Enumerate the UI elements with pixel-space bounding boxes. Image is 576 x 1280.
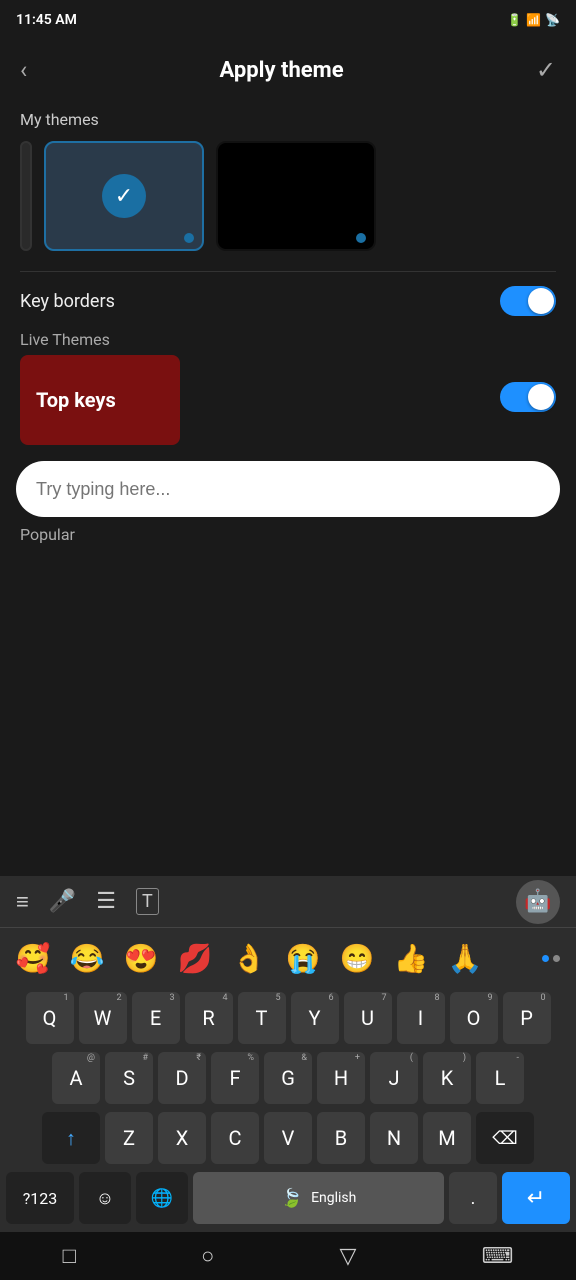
popular-label: Popular xyxy=(0,517,576,544)
key-l[interactable]: -L xyxy=(476,1052,524,1104)
key-m[interactable]: M xyxy=(423,1112,471,1164)
theme-black-dot xyxy=(356,233,366,243)
key-row-2: @A #S ₹D %F &G +H (J )K -L xyxy=(0,1048,576,1108)
text-input-field[interactable] xyxy=(36,479,540,500)
emoji-kissing[interactable]: 🥰 xyxy=(8,933,58,983)
emoji-thumbsup[interactable]: 👍 xyxy=(386,933,436,983)
key-shift[interactable]: ↑ xyxy=(42,1112,100,1164)
keyboard-toolbar: ≡ 🎤 ☰ T 🤖 xyxy=(0,876,576,928)
top-keys-card[interactable]: Top keys xyxy=(20,355,180,445)
back-button[interactable]: ‹ xyxy=(20,56,27,84)
theme-thumb-black[interactable] xyxy=(216,141,376,251)
top-keys-section: Top keys xyxy=(20,349,556,445)
key-borders-toggle[interactable] xyxy=(500,286,556,316)
live-themes-section: Live Themes Top keys xyxy=(20,330,556,445)
key-a[interactable]: @A xyxy=(52,1052,100,1104)
key-o[interactable]: 9O xyxy=(450,992,498,1044)
status-wifi: 📶 xyxy=(526,13,541,27)
key-period[interactable]: . xyxy=(449,1172,497,1224)
toggle-knob-key-borders xyxy=(528,288,554,314)
emoji-heart-eyes[interactable]: 😍 xyxy=(116,933,166,983)
keyboard: ≡ 🎤 ☰ T 🤖 🥰 😂 😍 💋 👌 😭 😁 👍 🙏 1Q 2W 3E 4R … xyxy=(0,876,576,1232)
status-icons: 🔋 📶 📡 xyxy=(507,13,560,27)
emoji-laughing[interactable]: 😂 xyxy=(62,933,112,983)
key-w[interactable]: 2W xyxy=(79,992,127,1044)
key-enter[interactable]: ↵ xyxy=(502,1172,570,1224)
nav-home[interactable]: ○ xyxy=(201,1243,214,1269)
confirm-button[interactable]: ✓ xyxy=(536,56,556,84)
top-keys-label: Top keys xyxy=(36,388,116,412)
status-signal: 📡 xyxy=(545,13,560,27)
emoji-grin[interactable]: 😁 xyxy=(332,933,382,983)
key-globe-btn[interactable]: 🌐 xyxy=(136,1172,188,1224)
key-b[interactable]: B xyxy=(317,1112,365,1164)
emoji-cry[interactable]: 😭 xyxy=(278,933,328,983)
key-space[interactable]: 🍃 English xyxy=(193,1172,444,1224)
themes-row: ✓ xyxy=(20,141,556,251)
key-n[interactable]: N xyxy=(370,1112,418,1164)
key-y[interactable]: 6Y xyxy=(291,992,339,1044)
key-j[interactable]: (J xyxy=(370,1052,418,1104)
status-time: 11:45 AM xyxy=(16,12,77,28)
key-g[interactable]: &G xyxy=(264,1052,312,1104)
theme-thumb-selected[interactable]: ✓ xyxy=(44,141,204,251)
emoji-dot-1 xyxy=(542,955,549,962)
kb-toolbar-left: ≡ 🎤 ☰ T xyxy=(16,888,159,915)
theme-selected-dot xyxy=(184,233,194,243)
key-p[interactable]: 0P xyxy=(503,992,551,1044)
emoji-ok[interactable]: 👌 xyxy=(224,933,274,983)
key-symbol[interactable]: ?123 xyxy=(6,1172,74,1224)
key-h[interactable]: +H xyxy=(317,1052,365,1104)
key-s[interactable]: #S xyxy=(105,1052,153,1104)
toggle-knob-top-keys xyxy=(528,384,554,410)
key-emoji-btn[interactable]: ☺ xyxy=(79,1172,131,1224)
key-t[interactable]: 5T xyxy=(238,992,286,1044)
emoji-lips[interactable]: 💋 xyxy=(170,933,220,983)
key-z[interactable]: Z xyxy=(105,1112,153,1164)
key-borders-label: Key borders xyxy=(20,291,115,312)
emoji-dot-2 xyxy=(553,955,560,962)
space-label: English xyxy=(311,1190,356,1206)
key-x[interactable]: X xyxy=(158,1112,206,1164)
kb-mic-icon[interactable]: 🎤 xyxy=(49,889,76,914)
theme-thumb-default[interactable] xyxy=(20,141,32,251)
live-themes-label: Live Themes xyxy=(20,330,110,349)
status-bar: 11:45 AM 🔋 📶 📡 xyxy=(0,0,576,40)
key-borders-row: Key borders xyxy=(20,272,556,330)
header: ‹ Apply theme ✓ xyxy=(0,40,576,100)
theme-check-icon: ✓ xyxy=(102,174,146,218)
emoji-row: 🥰 😂 😍 💋 👌 😭 😁 👍 🙏 xyxy=(0,928,576,988)
key-i[interactable]: 8I xyxy=(397,992,445,1044)
nav-back[interactable]: □ xyxy=(63,1243,76,1269)
key-v[interactable]: V xyxy=(264,1112,312,1164)
key-backspace[interactable]: ⌫ xyxy=(476,1112,534,1164)
kb-clipboard-icon[interactable]: ☰ xyxy=(96,889,116,914)
kb-text-icon[interactable]: T xyxy=(136,888,159,915)
key-row-3: ↑ Z X C V B N M ⌫ xyxy=(0,1108,576,1168)
emoji-pray[interactable]: 🙏 xyxy=(440,933,490,983)
status-battery: 🔋 xyxy=(507,13,522,27)
nav-recent[interactable]: ▽ xyxy=(340,1244,357,1269)
key-r[interactable]: 4R xyxy=(185,992,233,1044)
my-themes-label: My themes xyxy=(20,110,556,129)
key-q[interactable]: 1Q xyxy=(26,992,74,1044)
content-area: My themes ✓ Key borders Live Themes Top … xyxy=(0,100,576,445)
emoji-page-dots xyxy=(542,955,560,962)
key-e[interactable]: 3E xyxy=(132,992,180,1044)
key-d[interactable]: ₹D xyxy=(158,1052,206,1104)
nav-bar: □ ○ ▽ ⌨ xyxy=(0,1232,576,1280)
key-row-bottom: ?123 ☺ 🌐 🍃 English . ↵ xyxy=(0,1168,576,1232)
space-leaf-icon: 🍃 xyxy=(281,1188,303,1209)
key-k[interactable]: )K xyxy=(423,1052,471,1104)
page-title: Apply theme xyxy=(219,58,343,83)
top-keys-toggle[interactable] xyxy=(500,382,556,412)
kb-menu-icon[interactable]: ≡ xyxy=(16,889,29,915)
text-input-bar[interactable] xyxy=(16,461,560,517)
key-u[interactable]: 7U xyxy=(344,992,392,1044)
kb-avatar[interactable]: 🤖 xyxy=(516,880,560,924)
key-c[interactable]: C xyxy=(211,1112,259,1164)
key-f[interactable]: %F xyxy=(211,1052,259,1104)
key-row-1: 1Q 2W 3E 4R 5T 6Y 7U 8I 9O 0P xyxy=(0,988,576,1048)
nav-keyboard[interactable]: ⌨ xyxy=(482,1244,514,1269)
